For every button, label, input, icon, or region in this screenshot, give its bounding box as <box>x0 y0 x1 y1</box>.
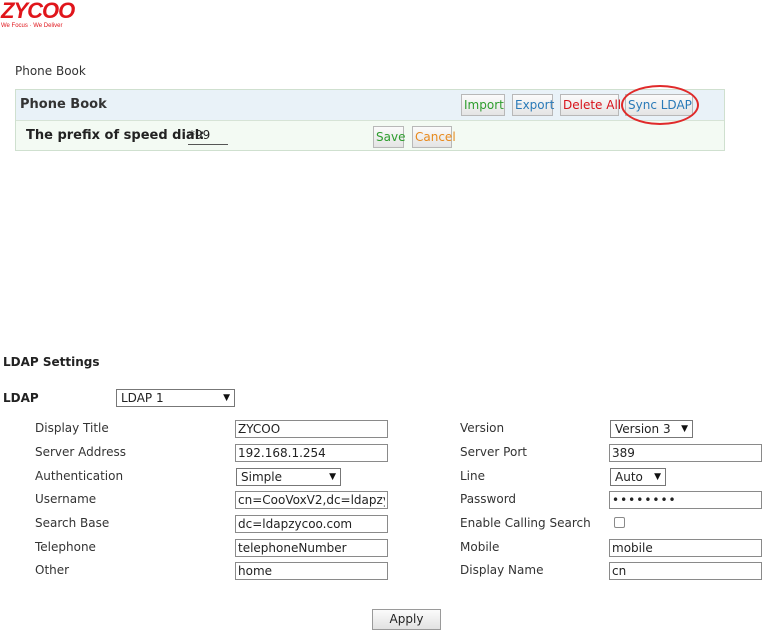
authentication-label: Authentication <box>35 469 124 483</box>
version-select[interactable]: Version 3 ▼ <box>610 420 693 438</box>
save-button[interactable]: Save <box>373 126 405 148</box>
display-name-input[interactable] <box>609 562 762 580</box>
telephone-label: Telephone <box>35 540 96 554</box>
authentication-value: Simple <box>241 470 282 484</box>
password-label: Password <box>460 492 517 506</box>
ldap-selector-label: LDAP <box>3 391 39 405</box>
display-title-label: Display Title <box>35 421 109 435</box>
page-title: Phone Book <box>15 64 86 78</box>
ldap-profile-select[interactable]: LDAP 1 ▼ <box>116 389 235 407</box>
phone-book-header: Phone Book Import Export Delete All Sync… <box>16 85 724 125</box>
mobile-label: Mobile <box>460 540 500 554</box>
server-address-label: Server Address <box>35 445 126 459</box>
server-port-label: Server Port <box>460 445 527 459</box>
sync-ldap-button[interactable]: Sync LDAP <box>625 94 693 116</box>
other-input[interactable] <box>235 562 388 580</box>
enable-calling-search-label: Enable Calling Search <box>460 516 591 530</box>
cancel-button[interactable]: Cancel <box>412 126 456 148</box>
line-value: Auto <box>615 470 643 484</box>
enable-calling-search-checkbox[interactable] <box>614 517 625 528</box>
phone-book-title: Phone Book <box>20 97 107 112</box>
search-base-input[interactable] <box>235 515 388 533</box>
dropdown-arrow-icon: ▼ <box>681 424 688 434</box>
version-label: Version <box>460 421 505 435</box>
import-button[interactable]: Import <box>461 94 505 116</box>
zycoo-logo: ZYCOO We Focus · We Deliver <box>0 0 90 34</box>
apply-button[interactable]: Apply <box>372 609 441 630</box>
username-label: Username <box>35 492 97 506</box>
dropdown-arrow-icon: ▼ <box>654 472 661 482</box>
logo-tagline: We Focus · We Deliver <box>1 23 63 29</box>
username-input[interactable] <box>235 491 388 509</box>
authentication-select[interactable]: Simple ▼ <box>236 468 341 486</box>
phone-book-panel: Phone Book Import Export Delete All Sync… <box>15 85 725 151</box>
dropdown-arrow-icon: ▼ <box>329 472 336 482</box>
telephone-input[interactable] <box>235 539 388 557</box>
logo-wordmark: ZYCOO <box>1 0 75 23</box>
display-title-input[interactable] <box>235 420 388 438</box>
ldap-profile-value: LDAP 1 <box>121 391 164 405</box>
server-port-input[interactable] <box>609 444 762 462</box>
ldap-settings-heading: LDAP Settings <box>3 355 100 369</box>
search-base-label: Search Base <box>35 516 110 530</box>
delete-all-button[interactable]: Delete All <box>560 94 621 116</box>
line-select[interactable]: Auto ▼ <box>610 468 666 486</box>
password-input[interactable] <box>609 491 762 509</box>
page: ZYCOO We Focus · We Deliver Phone Book P… <box>0 0 766 631</box>
dropdown-arrow-icon: ▼ <box>223 393 230 403</box>
export-button[interactable]: Export <box>512 94 554 116</box>
other-label: Other <box>35 563 70 577</box>
mobile-input[interactable] <box>609 539 762 557</box>
line-label: Line <box>460 469 486 483</box>
version-value: Version 3 <box>615 422 671 436</box>
speed-dial-prefix-label: The prefix of speed dial: <box>26 128 205 143</box>
speed-dial-prefix-input[interactable] <box>188 126 228 145</box>
server-address-input[interactable] <box>235 444 388 462</box>
display-name-label: Display Name <box>460 563 544 577</box>
